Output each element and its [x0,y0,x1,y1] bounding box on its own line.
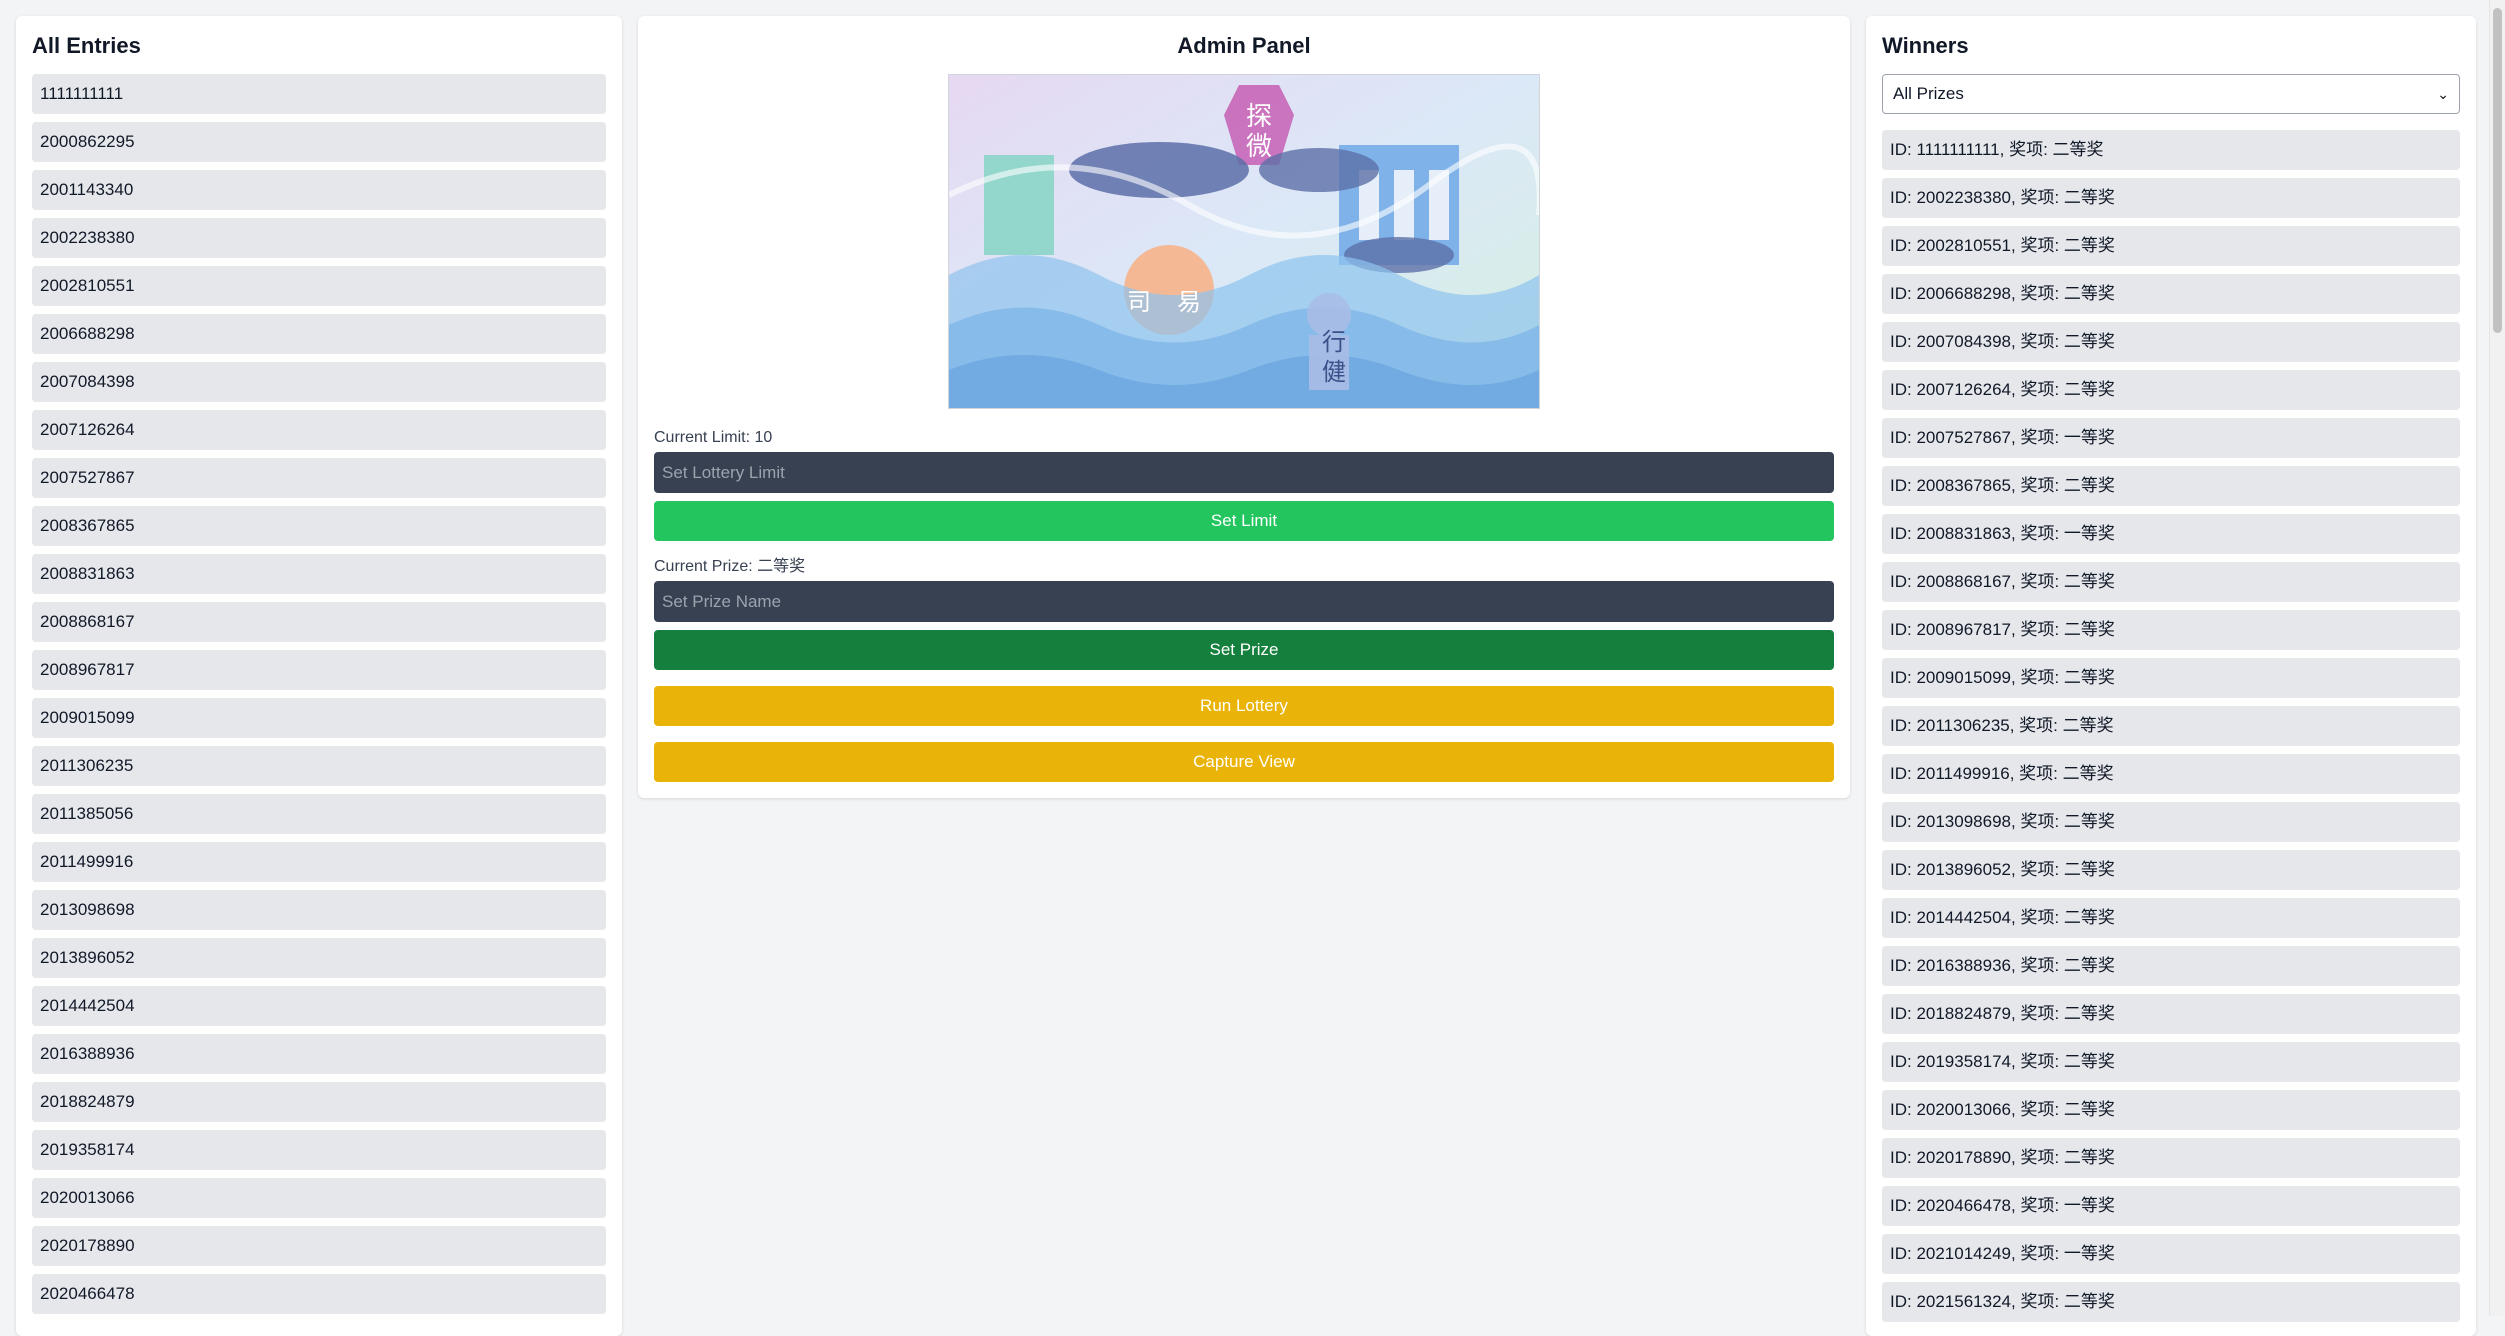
entry-item: 2014442504 [32,986,606,1026]
banner-text-2: 微 [1246,132,1272,162]
entry-item: 2020466478 [32,1274,606,1314]
entry-item: 2007126264 [32,410,606,450]
admin-panel-title: Admin Panel [1177,33,1311,58]
winner-item: ID: 2018824879, 奖项: 二等奖 [1882,994,2460,1034]
entry-item: 2002810551 [32,266,606,306]
entry-item: 2008367865 [32,506,606,546]
winner-item: ID: 2008831863, 奖项: 一等奖 [1882,514,2460,554]
winner-item: ID: 2007126264, 奖项: 二等奖 [1882,370,2460,410]
winner-item: ID: 2013896052, 奖项: 二等奖 [1882,850,2460,890]
winners-list: ID: 1111111111, 奖项: 二等奖 ID: 2002238380, 奖… [1882,130,2460,1322]
entry-item: 2020013066 [32,1178,606,1218]
entry-item: 2020178890 [32,1226,606,1266]
set-limit-button[interactable]: Set Limit [654,501,1834,541]
winner-item: ID: 2020466478, 奖项: 一等奖 [1882,1186,2460,1226]
winner-item: ID: 2009015099, 奖项: 二等奖 [1882,658,2460,698]
entry-item: 2018824879 [32,1082,606,1122]
entry-item: 2019358174 [32,1130,606,1170]
prize-filter-select[interactable]: All Prizes ⌄ [1882,74,2460,114]
winner-item: ID: 2006688298, 奖项: 二等奖 [1882,274,2460,314]
entry-item: 2007527867 [32,458,606,498]
banner-image: 探 微 行 健 司 易 [948,74,1540,409]
winner-item: ID: 2020178890, 奖项: 二等奖 [1882,1138,2460,1178]
scrollbar-thumb[interactable] [2493,8,2502,333]
winner-item: ID: 2020013066, 奖项: 二等奖 [1882,1090,2460,1130]
entry-item: 2009015099 [32,698,606,738]
entry-item: 2002238380 [32,218,606,258]
entry-item: 2011306235 [32,746,606,786]
winner-item: ID: 1111111111, 奖项: 二等奖 [1882,130,2460,170]
winner-item: ID: 2021014249, 奖项: 一等奖 [1882,1234,2460,1274]
all-entries-panel: All Entries 1111111111 2000862295 20011433… [16,16,622,1336]
banner-text-6: 易 [1177,288,1201,316]
banner-text-5: 司 [1127,288,1151,316]
entry-item: 2013098698 [32,890,606,930]
prize-filter-value: All Prizes [1893,84,1964,103]
chevron-down-icon: ⌄ [2437,85,2449,102]
banner-text-3: 行 [1322,328,1346,356]
current-prize-label: Current Prize: 二等奖 [654,558,806,575]
entry-item: 2000862295 [32,122,606,162]
capture-view-button[interactable]: Capture View [654,742,1834,782]
winner-item: ID: 2007084398, 奖项: 二等奖 [1882,322,2460,362]
run-lottery-button[interactable]: Run Lottery [654,686,1834,726]
entry-item: 2008967817 [32,650,606,690]
entry-item: 2007084398 [32,362,606,402]
prize-name-input[interactable]: Set Prize Name [654,581,1834,622]
entry-item: 2008868167 [32,602,606,642]
winners-title: Winners [1882,33,1969,58]
winner-item: ID: 2002238380, 奖项: 二等奖 [1882,178,2460,218]
winner-item: ID: 2007527867, 奖项: 一等奖 [1882,418,2460,458]
winner-item: ID: 2008868167, 奖项: 二等奖 [1882,562,2460,602]
winner-item: ID: 2011306235, 奖项: 二等奖 [1882,706,2460,746]
entry-item: 2008831863 [32,554,606,594]
entry-item: 2016388936 [32,1034,606,1074]
entry-item: 2006688298 [32,314,606,354]
entry-item: 2011385056 [32,794,606,834]
entry-item: 2011499916 [32,842,606,882]
winner-item: ID: 2011499916, 奖项: 二等奖 [1882,754,2460,794]
current-limit-label: Current Limit: 10 [654,429,773,446]
lottery-limit-input[interactable]: Set Lottery Limit [654,452,1834,493]
winner-item: ID: 2013098698, 奖项: 二等奖 [1882,802,2460,842]
set-prize-button[interactable]: Set Prize [654,630,1834,670]
winner-item: ID: 2002810551, 奖项: 二等奖 [1882,226,2460,266]
winner-item: ID: 2016388936, 奖项: 二等奖 [1882,946,2460,986]
winner-item: ID: 2019358174, 奖项: 二等奖 [1882,1042,2460,1082]
all-entries-title: All Entries [32,33,141,58]
page-scrollbar[interactable] [2489,0,2505,1316]
winner-item: ID: 2008367865, 奖项: 二等奖 [1882,466,2460,506]
entry-item: 2001143340 [32,170,606,210]
entry-item: 1111111111 [32,74,606,114]
banner-text-1: 探 [1246,102,1272,132]
banner-text-4: 健 [1322,358,1346,386]
winner-item: ID: 2008967817, 奖项: 二等奖 [1882,610,2460,650]
entries-list: 1111111111 2000862295 2001143340 2002238380… [32,74,606,1314]
winner-item: ID: 2014442504, 奖项: 二等奖 [1882,898,2460,938]
entry-item: 2013896052 [32,938,606,978]
winner-item: ID: 2021561324, 奖项: 二等奖 [1882,1282,2460,1322]
winners-panel: Winners All Prizes ⌄ ID: 1111111111, 奖项:… [1866,16,2476,1336]
admin-panel: Admin Panel 探 微 行 健 司 易 Current Limit: 1… [638,16,1850,798]
